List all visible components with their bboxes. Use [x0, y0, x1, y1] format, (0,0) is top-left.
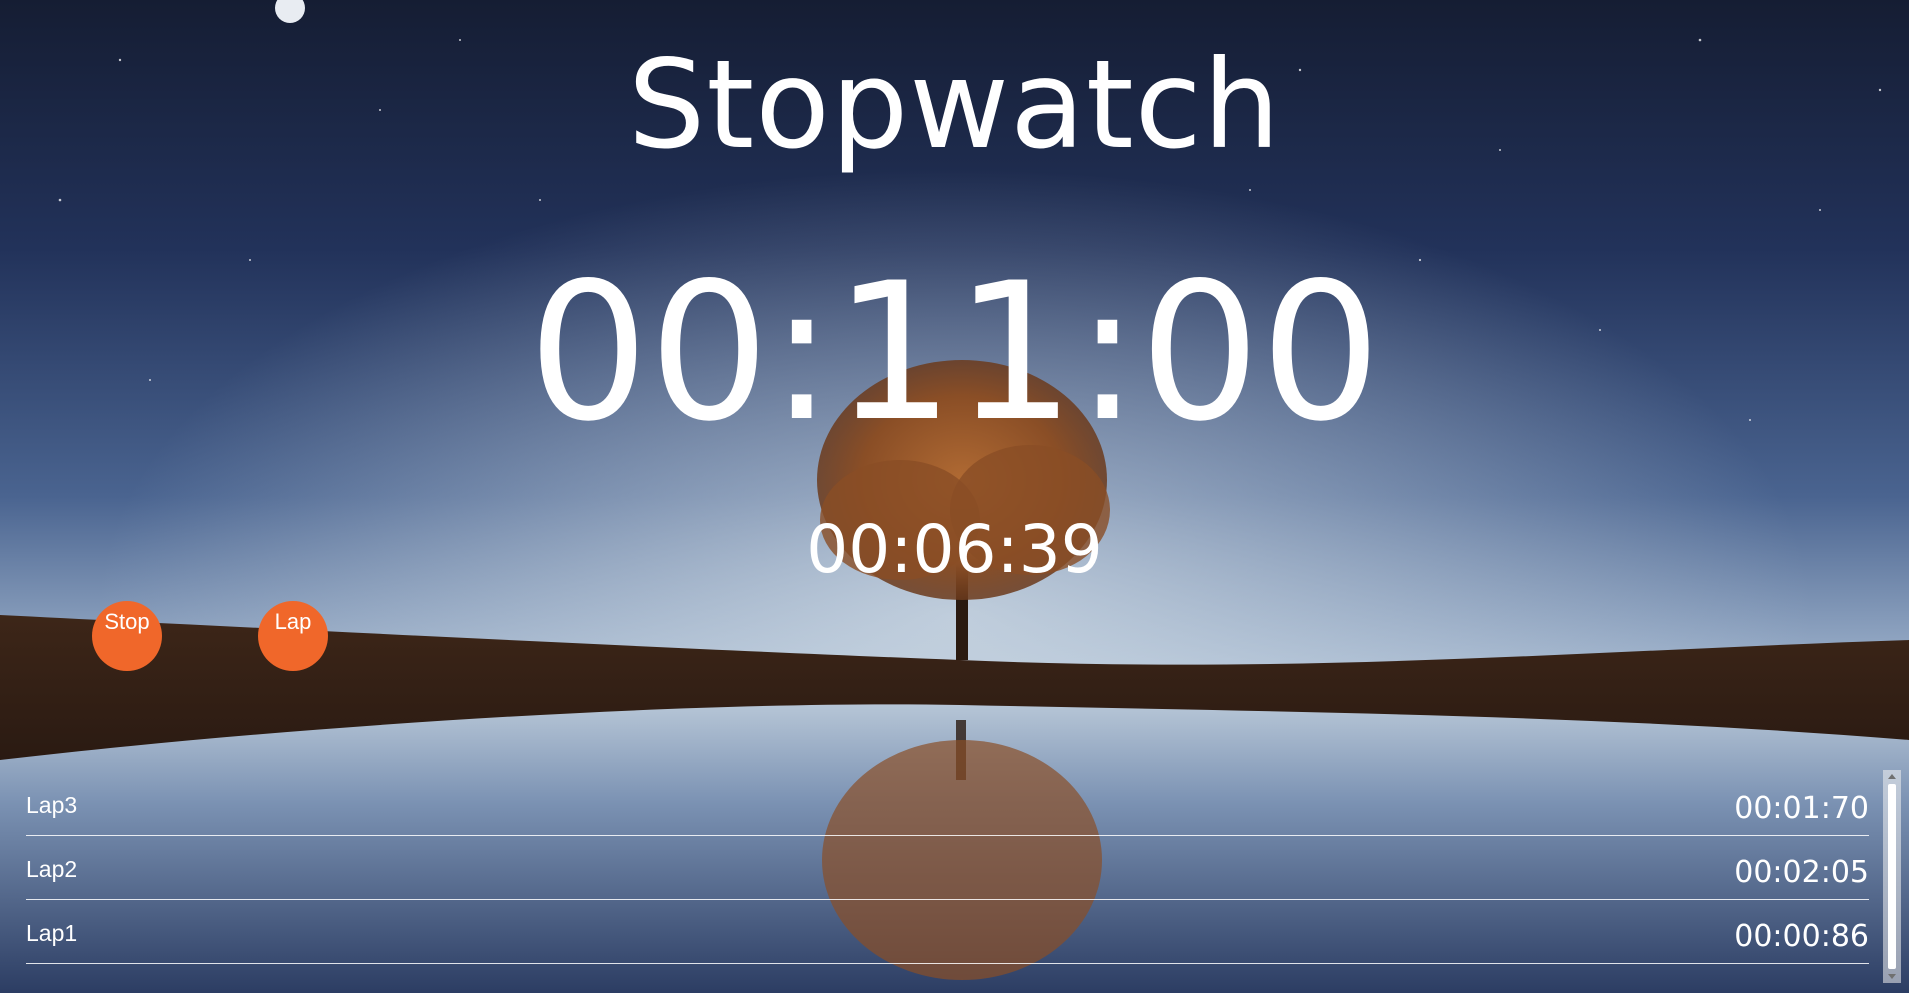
scroll-thumb[interactable] [1888, 784, 1896, 969]
lap-time: 00:00:86 [1734, 919, 1869, 954]
lap-row: Lap2 00:02:05 [26, 836, 1869, 900]
scroll-up-arrow-icon[interactable] [1888, 774, 1896, 779]
lap-button[interactable]: Lap [258, 601, 328, 671]
current-lap-timer-display: 00:06:39 [806, 511, 1103, 588]
lap-time: 00:02:05 [1734, 855, 1869, 890]
app-title: Stopwatch [627, 34, 1282, 176]
lap-row: Lap3 00:01:70 [26, 772, 1869, 836]
lap-name: Lap3 [26, 792, 78, 818]
lap-time: 00:01:70 [1734, 791, 1869, 826]
lap-list: Lap3 00:01:70 Lap2 00:02:05 Lap1 00:00:8… [26, 772, 1869, 964]
scroll-down-arrow-icon[interactable] [1888, 974, 1896, 979]
lap-list-scrollbar[interactable] [1883, 770, 1901, 983]
lap-row: Lap1 00:00:86 [26, 900, 1869, 964]
main-timer-display: 00:11:00 [527, 242, 1382, 463]
stop-button[interactable]: Stop [92, 601, 162, 671]
lap-name: Lap1 [26, 920, 78, 946]
lap-name: Lap2 [26, 856, 78, 882]
